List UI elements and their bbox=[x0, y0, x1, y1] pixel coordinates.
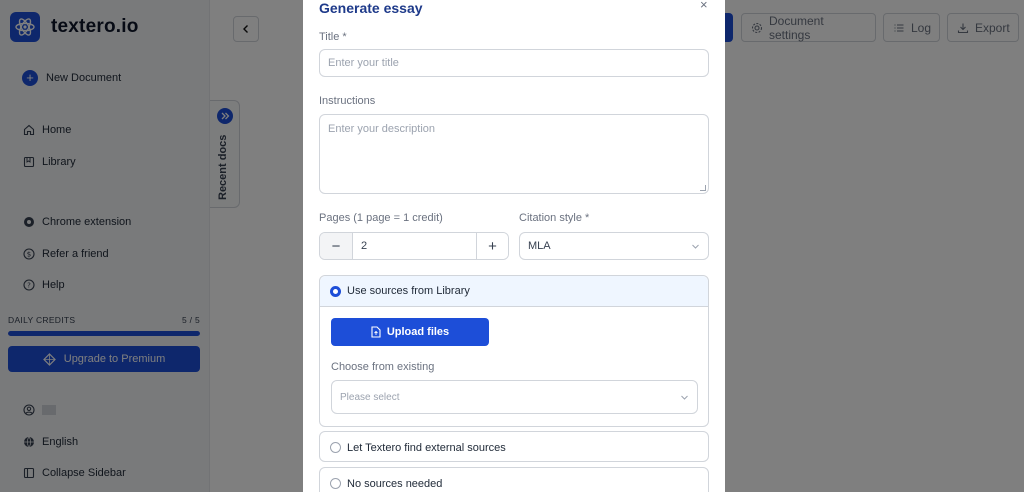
choose-existing-placeholder: Please select bbox=[340, 391, 400, 403]
instructions-placeholder: Enter your description bbox=[328, 123, 435, 135]
choose-existing-select[interactable]: Please select bbox=[331, 380, 698, 414]
file-icon bbox=[371, 326, 381, 338]
chevron-down-icon bbox=[680, 393, 689, 402]
title-placeholder: Enter your title bbox=[328, 57, 399, 69]
pages-stepper: − 2 + bbox=[319, 232, 509, 260]
source-option-library: Use sources from Library Upload files Ch… bbox=[319, 275, 709, 427]
library-radio[interactable] bbox=[330, 285, 341, 297]
upload-files-button[interactable]: Upload files bbox=[331, 318, 489, 346]
increment-button[interactable]: + bbox=[476, 233, 508, 259]
close-icon[interactable]: × bbox=[700, 0, 708, 11]
title-input[interactable]: Enter your title bbox=[319, 49, 709, 77]
none-radio[interactable] bbox=[330, 478, 341, 489]
citation-style-select[interactable]: MLA bbox=[519, 232, 709, 260]
citation-label: Citation style * bbox=[519, 212, 590, 224]
none-radio-label: No sources needed bbox=[347, 477, 443, 490]
external-radio[interactable] bbox=[330, 442, 341, 453]
source-option-external[interactable]: Let Textero find external sources bbox=[319, 431, 709, 462]
title-label: Title * bbox=[319, 31, 347, 43]
library-radio-row[interactable]: Use sources from Library bbox=[320, 276, 708, 307]
choose-existing-label: Choose from existing bbox=[331, 361, 435, 373]
generate-essay-modal: Generate essay × Title * Enter your titl… bbox=[303, 0, 725, 492]
instructions-textarea[interactable]: Enter your description bbox=[319, 114, 709, 194]
external-radio-row[interactable]: Let Textero find external sources bbox=[320, 432, 708, 463]
source-option-none[interactable]: No sources needed bbox=[319, 467, 709, 492]
modal-title: Generate essay bbox=[319, 0, 423, 16]
instructions-label: Instructions bbox=[319, 95, 376, 107]
pages-label: Pages (1 page = 1 credit) bbox=[319, 212, 443, 224]
citation-value: MLA bbox=[528, 240, 551, 252]
chevron-down-icon bbox=[691, 242, 700, 251]
upload-files-label: Upload files bbox=[386, 326, 450, 338]
pages-value[interactable]: 2 bbox=[352, 233, 476, 259]
resize-handle-icon[interactable] bbox=[700, 185, 706, 191]
external-radio-label: Let Textero find external sources bbox=[347, 441, 506, 454]
none-radio-row[interactable]: No sources needed bbox=[320, 468, 708, 492]
library-radio-label: Use sources from Library bbox=[347, 285, 470, 297]
decrement-button[interactable]: − bbox=[320, 233, 352, 259]
